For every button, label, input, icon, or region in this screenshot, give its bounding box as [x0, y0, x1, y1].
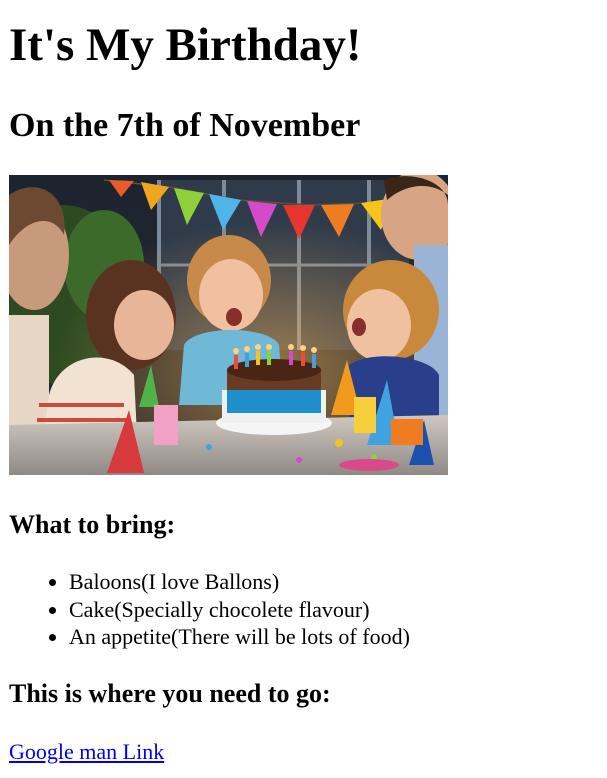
list-item: Baloons(I love Ballons) [69, 568, 410, 596]
birthday-party-photo [9, 175, 448, 475]
list-item: Cake(Specially chocolete flavour) [69, 596, 410, 624]
what-to-bring-heading: What to bring: [9, 510, 176, 539]
page-title: It's My Birthday! [9, 19, 362, 71]
location-heading: This is where you need to go: [9, 679, 331, 708]
google-maps-link[interactable]: Google man Link [9, 739, 164, 765]
list-item: An appetite(There will be lots of food) [69, 623, 410, 651]
bring-list: Baloons(I love Ballons) Cake(Specially c… [9, 568, 410, 651]
birthday-party-illustration [9, 175, 448, 475]
event-date-heading: On the 7th of November [9, 107, 361, 144]
